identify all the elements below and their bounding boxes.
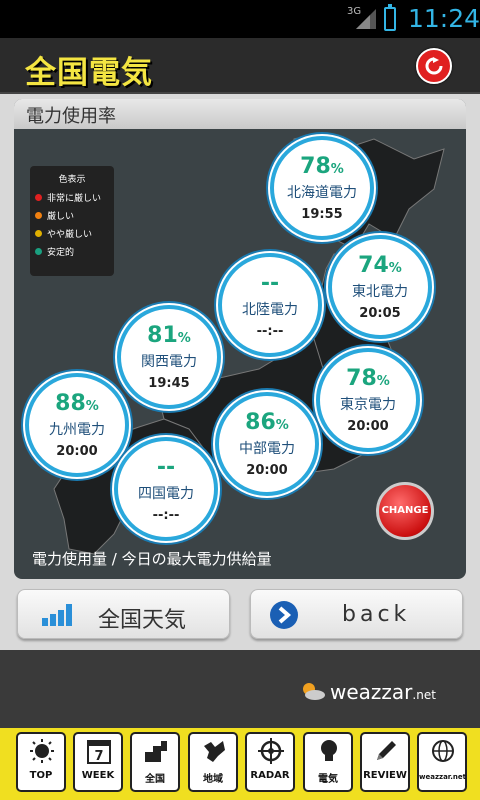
region-name: 東北電力 [352,284,408,300]
region-chubu[interactable]: 86% 中部電力 20:00 [215,392,319,496]
tab-label: REVIEW [363,770,407,781]
tab-label: 電気 [318,774,338,785]
back-button[interactable]: back [250,589,463,639]
crosshair-icon [258,738,284,764]
legend-item: 非常に厳しい [35,191,109,204]
tab-top[interactable]: TOP [16,732,66,792]
region-hokkaido[interactable]: 78% 北海道電力 19:55 [270,136,374,240]
region-tokyo[interactable]: 78% 東京電力 20:00 [316,348,420,452]
region-kyushu[interactable]: 88% 九州電力 20:00 [25,373,129,477]
tab-bar: TOP 7 WEEK 全国 地域 RADAR 電気 REVIEW weazzar… [0,728,480,800]
region-hokuriku[interactable]: -- 北陸電力 --:-- [218,253,322,357]
lightbulb-icon [321,740,337,761]
status-bar: 3G 11:24 [0,0,480,38]
update-time: 20:00 [246,463,288,478]
legend-dot-green [35,248,42,255]
legend-label: 非常に厳しい [47,194,102,204]
legend-dot-red [35,194,42,201]
region-name: 四国電力 [138,486,194,502]
usage-percent: -- [260,271,280,296]
refresh-icon [425,57,443,75]
signal-icon [356,9,376,29]
weazzar-logo: weazzar.net [303,680,436,704]
legend-label: 厳しい [47,212,75,222]
usage-percent: -- [156,455,176,480]
tab-electricity[interactable]: 電気 [303,732,353,792]
tab-label: weazzar.net [419,773,467,781]
tab-label: 全国 [145,774,165,785]
hokkaido-map-icon [204,741,225,762]
bar-chart-icon [42,604,72,626]
update-time: 20:00 [347,419,389,434]
panel-footer: 電力使用量 / 今日の最大電力供給量 [32,550,272,568]
change-button[interactable]: CHANGE [376,482,434,540]
national-weather-button[interactable]: 全国天気 [17,589,230,639]
update-time: 20:00 [56,444,98,459]
tab-label: RADAR [250,770,290,781]
update-time: 19:45 [148,376,190,391]
update-time: 20:05 [359,306,401,321]
usage-percent: 78% [346,366,390,391]
region-name: 北海道電力 [287,185,357,201]
legend-title: 色表示 [58,175,86,185]
legend-item: 安定的 [35,245,109,258]
arrow-right-icon [270,601,298,629]
region-name: 関西電力 [141,354,197,370]
back-label: back [342,602,411,627]
tab-nationwide[interactable]: 全国 [130,732,180,792]
usage-percent: 78% [300,154,344,179]
grid-map-icon [145,741,167,762]
app-header: 全国電気 [0,38,480,94]
refresh-button[interactable] [416,48,452,84]
update-time: --:-- [152,508,180,523]
usage-percent: 74% [358,253,402,278]
brand-suffix: .net [412,688,436,702]
brand-name: weazzar [330,680,413,704]
region-shikoku[interactable]: -- 四国電力 --:-- [114,437,218,541]
region-name: 中部電力 [239,441,295,457]
tab-label: 地域 [203,774,223,785]
usage-percent: 81% [147,323,191,348]
panel-title: 電力使用率 [26,106,116,127]
tab-radar[interactable]: RADAR [245,732,295,792]
region-tohoku[interactable]: 74% 東北電力 20:05 [328,235,432,339]
tab-label: WEEK [81,770,115,781]
color-legend: 色表示 非常に厳しい 厳しい やや厳しい 安定的 [30,166,114,276]
tab-weazzar[interactable]: weazzar.net [417,732,467,792]
clock: 11:24 [408,4,480,33]
update-time: 19:55 [301,207,343,222]
tab-label: TOP [29,770,53,781]
panel-header: 電力使用率 [14,99,466,129]
region-name: 東京電力 [340,397,396,413]
legend-dot-yellow [35,230,42,237]
calendar-icon: 7 [87,740,111,764]
legend-item: 厳しい [35,209,109,222]
tab-week[interactable]: 7 WEEK [73,732,123,792]
app-title: 全国電気 [25,55,153,91]
tab-region[interactable]: 地域 [188,732,238,792]
legend-item: やや厳しい [35,227,109,240]
pencil-icon [377,741,396,760]
calendar-day: 7 [94,749,103,764]
tab-review[interactable]: REVIEW [360,732,410,792]
region-name: 九州電力 [49,422,105,438]
globe-icon [432,740,454,762]
national-weather-label: 全国天気 [98,608,187,633]
legend-label: やや厳しい [47,230,93,240]
region-kansai[interactable]: 81% 関西電力 19:45 [117,305,221,409]
update-time: --:-- [256,324,284,339]
usage-percent: 88% [55,391,99,416]
legend-label: 安定的 [47,248,75,258]
legend-dot-orange [35,212,42,219]
sun-icon [30,739,54,763]
region-name: 北陸電力 [242,302,298,318]
cloud-sun-icon [303,683,325,700]
battery-icon [384,4,396,31]
usage-percent: 86% [245,410,289,435]
